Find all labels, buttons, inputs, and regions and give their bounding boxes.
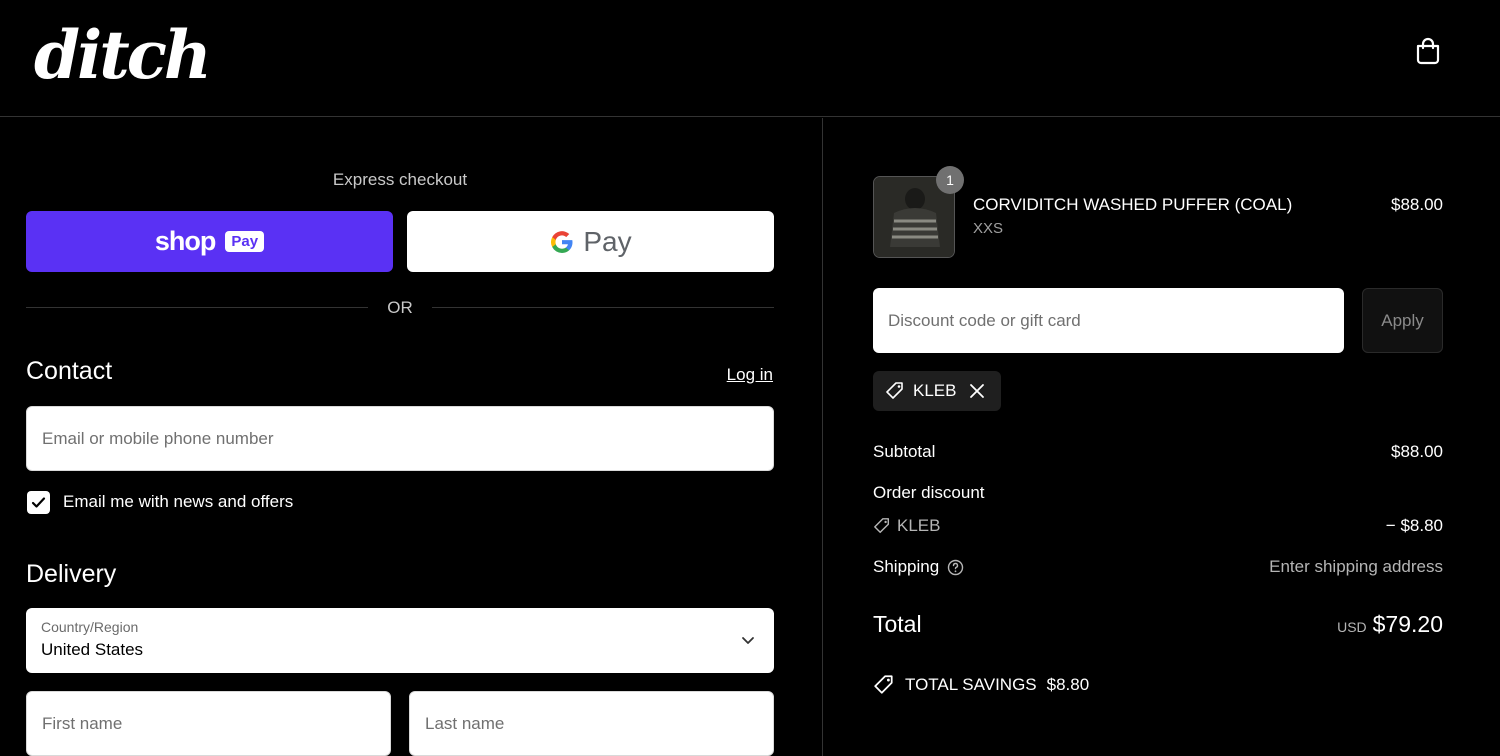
- tag-icon: [874, 675, 893, 694]
- total-currency: USD: [1337, 619, 1367, 635]
- quantity-badge: 1: [936, 166, 964, 194]
- shop-pay-word: shop: [154, 226, 216, 256]
- total-savings-value: $8.80: [1046, 675, 1090, 694]
- close-icon[interactable]: [968, 382, 986, 400]
- product-price: $88.00: [1391, 195, 1443, 214]
- country-value: United States: [41, 640, 144, 659]
- google-pay-button[interactable]: Pay: [407, 211, 774, 272]
- tag-icon: [886, 382, 903, 399]
- subtotal-row: Subtotal $88.00: [873, 442, 1443, 462]
- total-label: Total: [873, 611, 922, 637]
- ditch-logo[interactable]: ditch: [30, 14, 206, 88]
- last-name-field-wrapper: [409, 691, 774, 756]
- last-name-input[interactable]: [410, 692, 773, 755]
- total-savings-label: TOTAL SAVINGS: [905, 675, 1037, 694]
- express-checkout-title: Express checkout: [332, 170, 468, 189]
- google-g-icon: [551, 230, 573, 253]
- shipping-row: Shipping Enter shipping address: [873, 557, 1443, 577]
- newsletter-checkbox[interactable]: [27, 491, 50, 514]
- order-discount-code: KLEB: [897, 516, 941, 535]
- email-field-wrapper: [26, 406, 774, 471]
- country-select[interactable]: Country/Region United States: [26, 608, 774, 673]
- or-divider: OR: [26, 296, 774, 318]
- contact-title: Contact: [26, 357, 113, 385]
- shopping-bag-icon[interactable]: [1413, 36, 1443, 66]
- product-name: CORVIDITCH WASHED PUFFER (COAL): [973, 195, 1293, 214]
- order-discount-row: Order discount: [873, 483, 1443, 503]
- applied-code-label: KLEB: [913, 381, 957, 400]
- help-circle-icon[interactable]: [947, 559, 964, 576]
- login-link[interactable]: Log in: [727, 365, 773, 385]
- order-discount-value: − $8.80: [1385, 516, 1443, 535]
- applied-discount-chip: KLEB: [873, 371, 1001, 411]
- total-savings-row: TOTAL SAVINGS $8.80: [873, 674, 1443, 696]
- discount-field-wrapper: [873, 288, 1344, 353]
- subtotal-label: Subtotal: [873, 442, 936, 461]
- shipping-value: Enter shipping address: [1269, 557, 1443, 576]
- shipping-label: Shipping: [873, 557, 940, 576]
- svg-text:ditch: ditch: [34, 16, 206, 88]
- total-value: $79.20: [1372, 611, 1443, 637]
- country-label: Country/Region: [41, 619, 139, 635]
- or-label: OR: [387, 298, 413, 317]
- checkout-form-column: Express checkout shop Pay Pay OR Contact…: [0, 118, 823, 756]
- order-summary: 1 CORVIDITCH WASHED PUFFER (COAL) XXS $8…: [824, 118, 1500, 756]
- shop-pay-tag: Pay: [225, 231, 265, 252]
- checkmark-icon: [31, 497, 46, 508]
- delivery-title: Delivery: [26, 560, 117, 588]
- discount-input[interactable]: [873, 288, 1344, 353]
- first-name-input[interactable]: [27, 692, 390, 755]
- subtotal-value: $88.00: [1391, 442, 1443, 461]
- site-header: ditch: [0, 0, 1500, 117]
- product-variant: XXS: [973, 220, 1004, 237]
- google-pay-label: Pay: [583, 225, 632, 257]
- first-name-field-wrapper: [26, 691, 391, 756]
- total-row: Total USD $79.20: [873, 611, 1443, 638]
- chevron-down-icon: [742, 637, 754, 644]
- email-input[interactable]: [27, 407, 773, 470]
- order-discount-code-row: KLEB − $8.80: [873, 516, 1443, 540]
- tag-icon: [874, 518, 890, 534]
- apply-discount-button[interactable]: Apply: [1362, 288, 1443, 353]
- shop-pay-button[interactable]: shop Pay: [26, 211, 393, 272]
- newsletter-label: Email me with news and offers: [63, 492, 294, 511]
- order-discount-label: Order discount: [873, 483, 985, 502]
